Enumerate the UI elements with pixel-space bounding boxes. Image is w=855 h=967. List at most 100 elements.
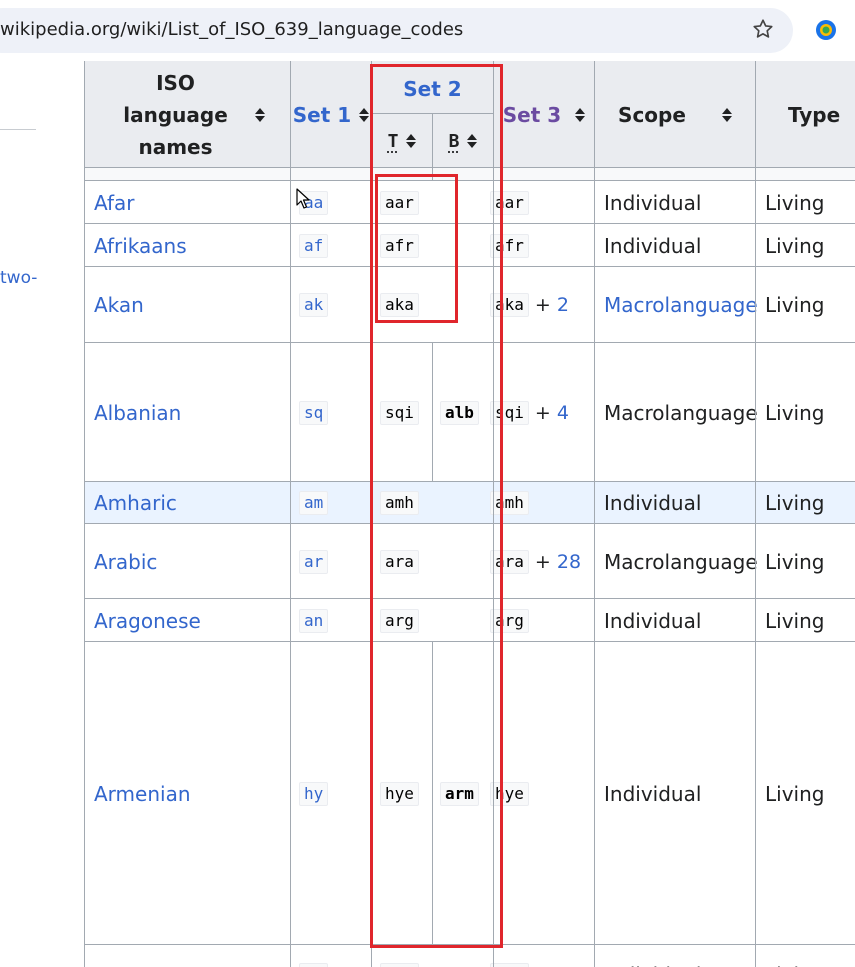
table-row: Assamese as asm asm Individual Living <box>85 945 855 967</box>
header-scope[interactable]: Scope <box>595 61 755 168</box>
set2-t-cell: aar <box>380 181 419 224</box>
type-cell: Living <box>765 945 824 967</box>
language-name-link[interactable]: Afrikaans <box>94 224 187 267</box>
individual-count-link[interactable]: 28 <box>557 551 581 573</box>
table-row: Arabic ar ara ara + 28 Macrolanguage Living <box>85 524 855 599</box>
header-set3-link[interactable]: Set 3 <box>503 99 561 131</box>
type-cell: Living <box>765 190 825 215</box>
sort-arrows-icon[interactable] <box>406 134 417 148</box>
header-language-names-label: ISO language names <box>123 70 228 159</box>
type-cell: Living <box>765 233 825 258</box>
set2-t-code: aar <box>380 190 419 215</box>
set2-t-code: arg <box>380 608 419 633</box>
set3-individual-count: + 28 <box>535 551 581 573</box>
header-set2[interactable]: Set 2 <box>372 69 493 109</box>
set2-b-code: arm <box>440 781 479 806</box>
language-name-link[interactable]: Armenian <box>94 642 191 945</box>
set2-t-cell: sqi <box>380 343 419 482</box>
set3-code: hye <box>490 781 529 806</box>
set1-cell: ak <box>299 267 329 343</box>
header-scope-label: Scope <box>618 102 686 127</box>
header-set2-b[interactable]: B <box>433 114 493 168</box>
set1-cell: as <box>299 945 329 967</box>
set2-t-cell: arg <box>380 599 419 642</box>
set1-cell: af <box>299 224 329 267</box>
url-text[interactable]: wikipedia.org/wiki/List_of_ISO_639_langu… <box>0 19 463 40</box>
table-row: Afrikaans af afr afr Individual Living <box>85 224 855 267</box>
set2-b-code: alb <box>440 400 479 425</box>
set2-t-code: hye <box>380 781 419 806</box>
sort-arrows-icon[interactable] <box>721 107 732 122</box>
type-cell: Living <box>765 608 825 633</box>
set3-code: ara <box>490 549 529 574</box>
set3-code: sqi <box>490 400 529 425</box>
column-divider <box>594 61 595 967</box>
set3-code: afr <box>490 233 529 258</box>
set1-code-link[interactable]: af <box>299 233 329 258</box>
language-name-link[interactable]: Aragonese <box>94 599 201 642</box>
scope-cell: Macrolanguage <box>604 549 758 574</box>
type-cell: Living <box>765 400 825 425</box>
set1-code-link[interactable]: an <box>299 608 329 633</box>
header-clipped-row <box>85 168 855 181</box>
set3-cell: afr <box>490 224 529 267</box>
sort-arrows-icon[interactable] <box>467 134 478 148</box>
set1-code-link[interactable]: as <box>299 963 329 967</box>
set3-cell: aar <box>490 181 529 224</box>
set1-cell: sq <box>299 343 329 482</box>
type-cell: Living <box>765 491 825 515</box>
header-set1[interactable]: Set 1 <box>291 61 371 168</box>
set2-t-cell: ara <box>380 524 419 599</box>
header-type[interactable]: Type <box>756 61 855 168</box>
language-name-link[interactable]: Assamese <box>94 945 195 967</box>
language-name-link[interactable]: Albanian <box>94 343 181 482</box>
scope-cell: Individual <box>604 233 702 258</box>
set3-cell: hye <box>490 642 529 945</box>
plus-sign: + <box>534 550 551 573</box>
individual-count-link[interactable]: 2 <box>557 294 569 316</box>
sidebar-link-fragment[interactable]: two- <box>0 268 37 288</box>
sort-arrows-icon[interactable] <box>254 107 265 122</box>
set2-t-code: ara <box>380 549 419 574</box>
set3-individual-count: + 4 <box>535 402 569 424</box>
extension-circle-icon[interactable] <box>815 19 837 41</box>
sort-arrows-icon[interactable] <box>575 107 586 122</box>
table-row: Armenian hy hye arm hye Individual Living <box>85 642 855 945</box>
individual-count-link[interactable]: 4 <box>557 402 569 424</box>
set1-code-link[interactable]: hy <box>299 781 329 806</box>
header-set1-link[interactable]: Set 1 <box>293 99 351 131</box>
header-set2-b-label: B <box>448 130 460 152</box>
set3-code: aar <box>490 190 529 215</box>
type-cell: Living <box>765 293 825 317</box>
language-name-link[interactable]: Amharic <box>94 482 177 524</box>
language-name-link[interactable]: Afar <box>94 181 135 224</box>
sort-arrows-icon[interactable] <box>359 107 370 122</box>
set3-code: aka <box>490 293 529 317</box>
set2-t-code: afr <box>380 233 419 258</box>
set1-code-link[interactable]: ak <box>299 293 329 317</box>
header-set2-t[interactable]: T <box>372 114 432 168</box>
set3-cell: arg <box>490 599 529 642</box>
set1-cell: hy <box>299 642 329 945</box>
address-bar[interactable]: wikipedia.org/wiki/List_of_ISO_639_langu… <box>0 8 793 53</box>
language-name-link[interactable]: Arabic <box>94 524 157 599</box>
column-divider <box>290 61 291 967</box>
header-set2-link[interactable]: Set 2 <box>403 73 461 105</box>
set1-code-link[interactable]: sq <box>299 400 329 425</box>
header-set3[interactable]: Set 3 <box>494 61 594 168</box>
set2-b-cell: arm <box>440 642 479 945</box>
plus-sign: + <box>534 401 551 424</box>
set2-t-code: aka <box>380 293 419 317</box>
sidebar-divider <box>0 129 36 130</box>
set3-individual-count: + 2 <box>535 294 569 316</box>
scope-cell: Macrolanguage <box>604 400 758 425</box>
set2-t-cell: asm <box>380 945 419 967</box>
language-name-link[interactable]: Akan <box>94 267 144 343</box>
header-language-names[interactable]: ISO language names <box>85 61 290 168</box>
set1-code-link[interactable]: ar <box>299 549 329 574</box>
bookmark-star-icon[interactable] <box>752 18 774 40</box>
set2-tb-divider <box>432 114 433 181</box>
column-divider <box>371 61 372 967</box>
set1-code-link[interactable]: am <box>299 491 329 515</box>
scope-cell: Individual <box>604 781 702 806</box>
